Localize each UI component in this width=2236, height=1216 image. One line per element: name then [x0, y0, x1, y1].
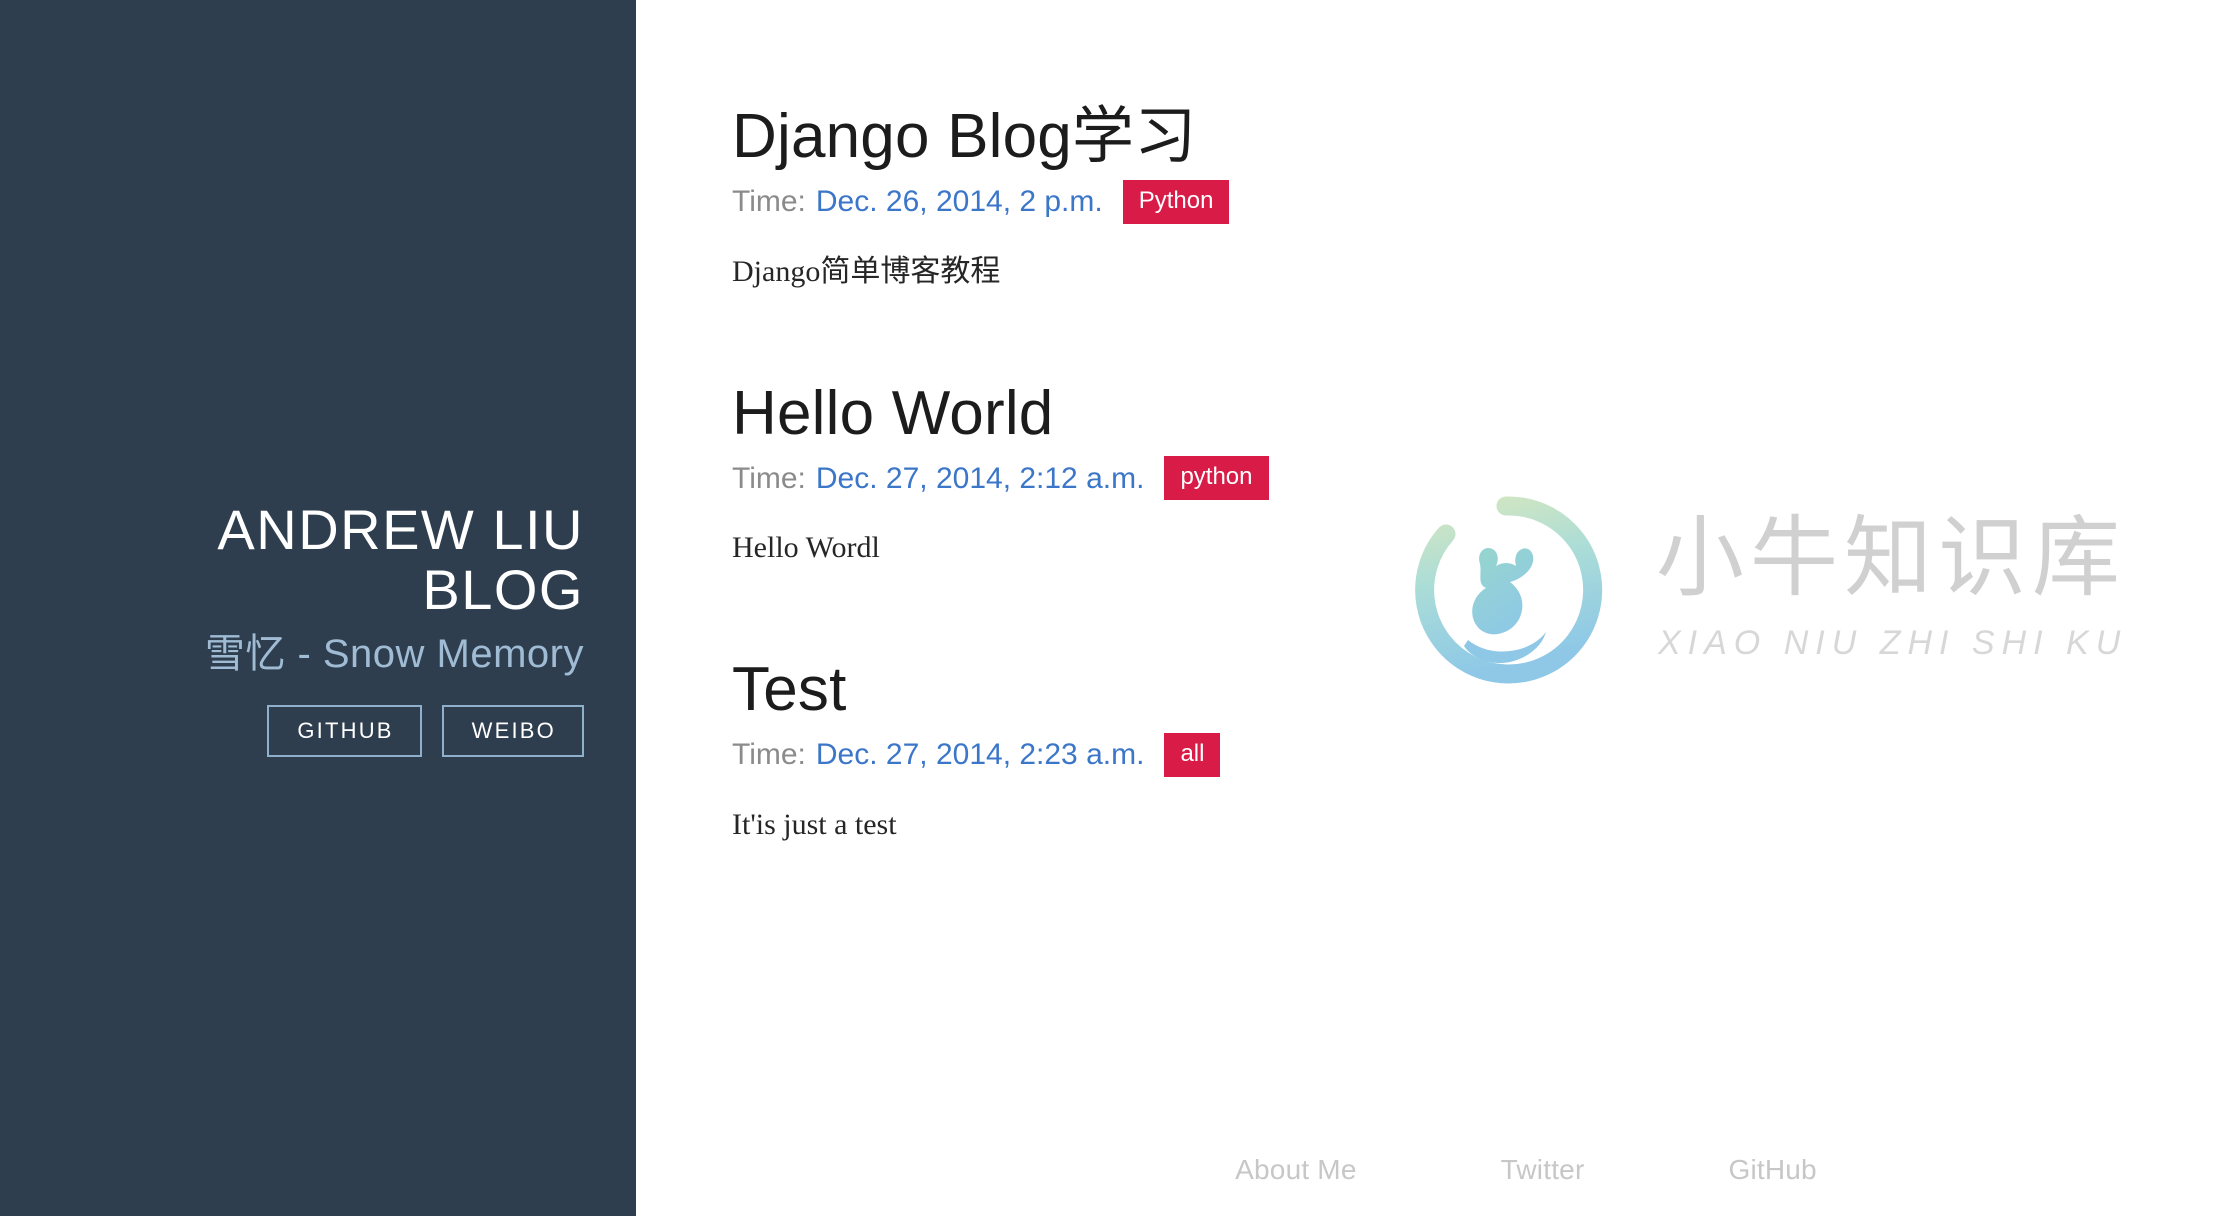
- site-subtitle: 雪忆 - Snow Memory: [204, 631, 584, 676]
- footer-link-about-me[interactable]: About Me: [1163, 1154, 1428, 1186]
- footer-link-twitter[interactable]: Twitter: [1429, 1154, 1657, 1186]
- post-list: Django Blog学习 Time: Dec. 26, 2014, 2 p.m…: [732, 0, 2116, 844]
- post-title[interactable]: Django Blog学习: [732, 104, 2116, 170]
- post-title[interactable]: Test: [732, 657, 2116, 723]
- sidebar: ANDREW LIU BLOG 雪忆 - Snow Memory GITHUB …: [0, 0, 636, 1216]
- post-date-link[interactable]: Dec. 27, 2014, 2:23 a.m.: [816, 736, 1145, 774]
- post-item: Hello World Time: Dec. 27, 2014, 2:12 a.…: [732, 291, 2116, 568]
- post-tag-badge[interactable]: Python: [1122, 179, 1230, 224]
- post-title[interactable]: Hello World: [732, 380, 2116, 447]
- site-title: ANDREW LIU BLOG: [217, 498, 584, 622]
- sidebar-link-github[interactable]: GITHUB: [267, 704, 422, 758]
- post-summary: Django简单博客教程: [732, 254, 1001, 288]
- post-item: Test Time: Dec. 27, 2014, 2:23 a.m. all …: [732, 567, 2116, 844]
- footer: About Me Twitter GitHub: [636, 1154, 2236, 1186]
- footer-link-github[interactable]: GitHub: [1656, 1154, 1888, 1186]
- post-time-label: Time:: [732, 738, 806, 772]
- page-root: ANDREW LIU BLOG 雪忆 - Snow Memory GITHUB …: [0, 0, 2236, 1216]
- post-meta: Time: Dec. 27, 2014, 2:12 a.m. python: [732, 456, 2116, 501]
- post-summary: Hello Wordl: [732, 531, 880, 565]
- post-meta: Time: Dec. 27, 2014, 2:23 a.m. all: [732, 733, 2116, 778]
- post-date-link[interactable]: Dec. 26, 2014, 2 p.m.: [816, 183, 1103, 221]
- post-date-link[interactable]: Dec. 27, 2014, 2:12 a.m.: [816, 460, 1145, 498]
- post-meta: Time: Dec. 26, 2014, 2 p.m. Python: [732, 179, 2116, 224]
- main-content: Django Blog学习 Time: Dec. 26, 2014, 2 p.m…: [636, 0, 2236, 1216]
- sidebar-branding: ANDREW LIU BLOG 雪忆 - Snow Memory GITHUB …: [0, 498, 584, 758]
- post-tag-badge[interactable]: python: [1164, 456, 1269, 501]
- post-summary: It'is just a test: [732, 808, 897, 842]
- sidebar-link-weibo[interactable]: WEIBO: [441, 704, 584, 758]
- sidebar-social-links: GITHUB WEIBO: [0, 704, 584, 758]
- post-time-label: Time:: [732, 184, 806, 218]
- post-item: Django Blog学习 Time: Dec. 26, 2014, 2 p.m…: [732, 0, 2116, 291]
- post-time-label: Time:: [732, 461, 806, 495]
- post-tag-badge[interactable]: all: [1164, 733, 1221, 778]
